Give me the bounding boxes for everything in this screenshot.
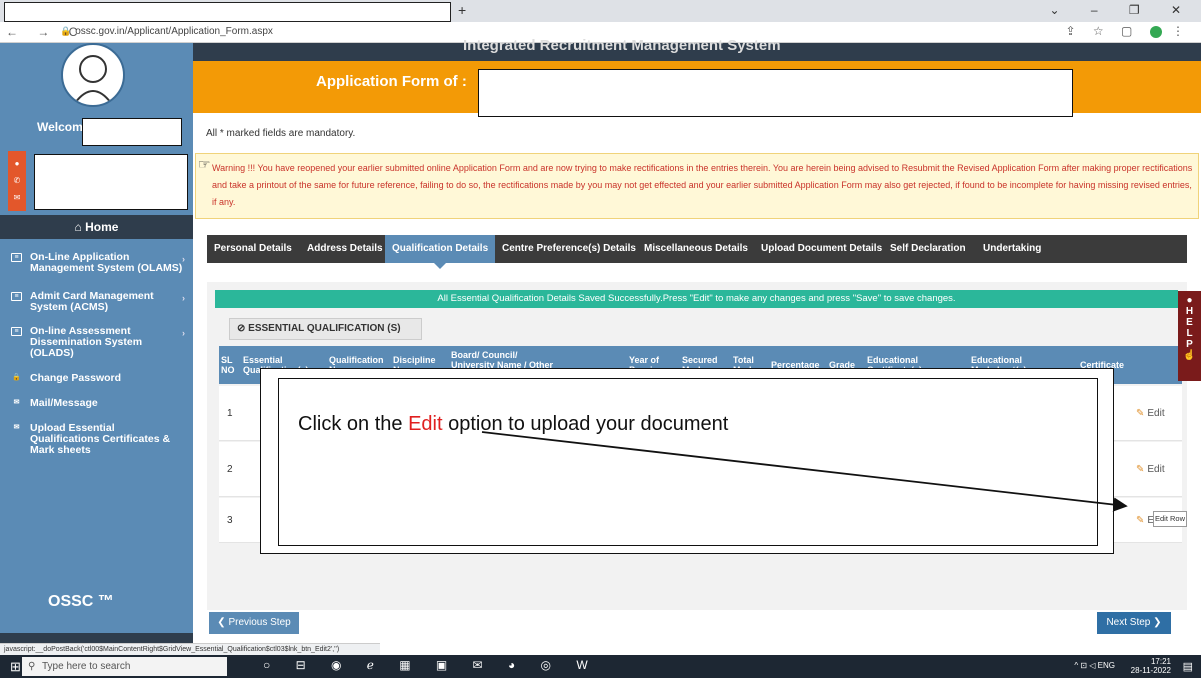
chevron-left-icon: ❮ [217, 617, 226, 628]
clock-time: 17:21 [1150, 657, 1171, 666]
next-step-button[interactable]: Next Step ❯ [1097, 612, 1171, 634]
help-letter: L [1186, 328, 1193, 339]
annotation-arrow [481, 431, 1128, 512]
previous-label: Previous Step [228, 617, 291, 628]
taskbar-search[interactable]: ⚲ Type here to search [22, 657, 227, 676]
help-tab[interactable]: ● H E L P ☝ [1178, 291, 1201, 381]
browser-status-bar: javascript:__doPostBack('ctl00$MainConte… [0, 643, 380, 655]
clock-date: 28-11-2022 [1130, 666, 1171, 675]
help-letter: H [1185, 306, 1194, 317]
next-label: Next Step [1106, 617, 1151, 628]
clock[interactable]: 17:21 28-11-2022 [1131, 657, 1171, 675]
previous-step-button[interactable]: ❮ Previous Step [209, 612, 299, 634]
chevron-right-icon: ❯ [1153, 617, 1162, 628]
taskbar-app-icons[interactable]: ○ ⊟ ◉ ℯ ▦ ▣ ✉ ◕ ◎ W [263, 658, 599, 672]
tray-icons[interactable]: ^ ⊡ ◁ ENG [1074, 661, 1115, 670]
search-icon: ⚲ [28, 661, 36, 672]
search-placeholder: Type here to search [42, 661, 131, 672]
windows-taskbar: ⊞ ⚲ Type here to search ○ ⊟ ◉ ℯ ▦ ▣ ✉ ◕ ◎… [0, 655, 1201, 678]
windows-start-icon[interactable]: ⊞ [10, 659, 21, 675]
hand-icon: ☝ [1183, 350, 1196, 361]
chat-icon: ● [1186, 295, 1193, 306]
notification-icon[interactable]: ▤ [1183, 660, 1193, 673]
help-letter: E [1186, 317, 1193, 328]
help-letter: P [1186, 339, 1193, 350]
language-indicator: ENG [1097, 661, 1115, 670]
